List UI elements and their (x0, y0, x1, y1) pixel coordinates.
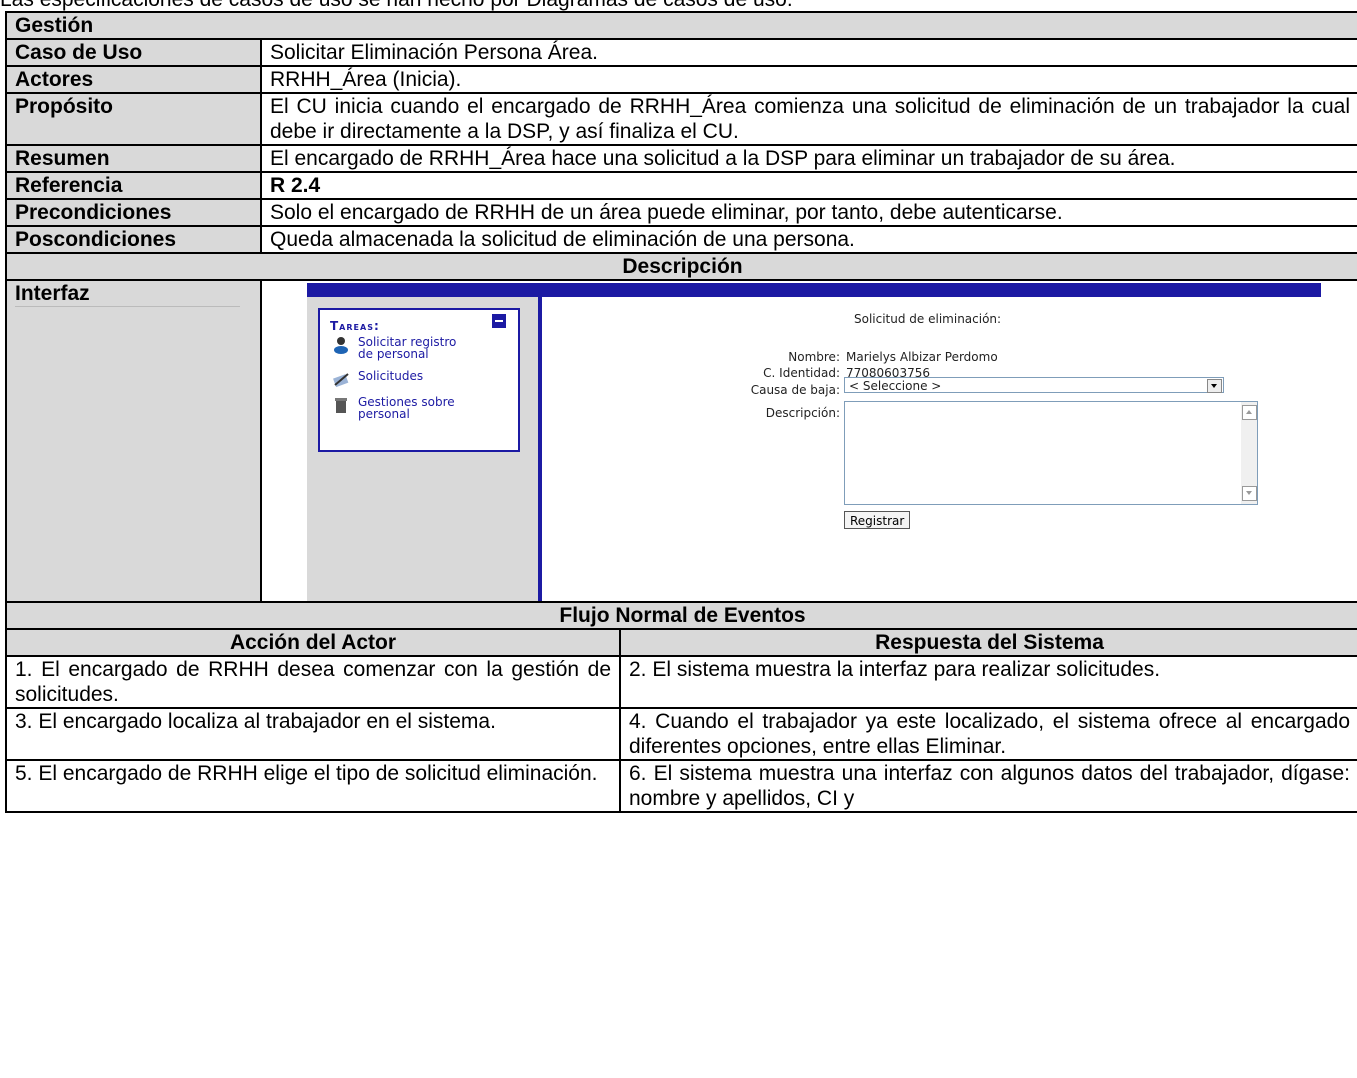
poscondiciones-value: Queda almacenada la solicitud de elimina… (260, 225, 1357, 254)
flujo-actor-2: 3. El encargado localiza al trabajador e… (5, 707, 621, 761)
flujo-header: Flujo Normal de Eventos (5, 601, 1357, 630)
task3-line2: personal (358, 407, 410, 421)
scroll-up-icon[interactable] (1242, 405, 1257, 420)
tasks-panel: Tareas: Solicitar registro de personal S… (318, 308, 520, 452)
interfaz-label: Interfaz (5, 279, 262, 603)
use-case-table: Gestión Caso de Uso Solicitar Eliminació… (5, 11, 1357, 813)
task-solicitar-registro[interactable]: Solicitar registro de personal (332, 336, 456, 360)
caso-value: Solicitar Eliminación Persona Área. (260, 38, 1357, 67)
precondiciones-value: Solo el encargado de RRHH de un área pue… (260, 198, 1357, 227)
flujo-sistema-1: 2. El sistema muestra la interfaz para r… (619, 655, 1357, 709)
descripcion-header: Descripción (5, 252, 1357, 281)
ui-vertical-divider (538, 297, 542, 601)
interfaz-screenshot: Tareas: Solicitar registro de personal S… (260, 279, 1357, 603)
scroll-down-icon[interactable] (1242, 486, 1257, 501)
tasks-header: Tareas: (320, 310, 518, 333)
causa-label: Causa de baja: (750, 383, 840, 397)
descripcion-textarea[interactable] (844, 401, 1258, 505)
chevron-down-icon[interactable] (1207, 379, 1222, 393)
task2-label: Solicitudes (358, 369, 424, 383)
interfaz-label-text: Interfaz (15, 282, 90, 305)
proposito-label: Propósito (5, 92, 262, 146)
pen-document-icon (333, 373, 349, 388)
poscondiciones-label: Poscondiciones (5, 225, 262, 254)
flujo-actor-3: 5. El encargado de RRHH elige el tipo de… (5, 759, 621, 813)
precondiciones-label: Precondiciones (5, 198, 262, 227)
interfaz-divider (15, 306, 240, 307)
task-gestiones[interactable]: Gestiones sobre personal (332, 396, 455, 420)
referencia-label: Referencia (5, 171, 262, 200)
trash-icon (335, 398, 347, 413)
collapse-minus-icon[interactable] (492, 314, 506, 328)
actores-value: RRHH_Área (Inicia). (260, 65, 1357, 94)
descripcion-label: Descripción: (765, 406, 840, 420)
ui-top-bar (307, 283, 1321, 297)
flujo-actor-1: 1. El encargado de RRHH desea comenzar c… (5, 655, 621, 709)
referencia-value: R 2.4 (260, 171, 1357, 200)
resumen-value: El encargado de RRHH_Área hace una solic… (260, 144, 1357, 173)
actores-label: Actores (5, 65, 262, 94)
flujo-sistema-2: 4. Cuando el trabajador ya este localiza… (619, 707, 1357, 761)
textarea-scrollbar[interactable] (1241, 402, 1257, 504)
registrar-button[interactable]: Registrar (844, 511, 911, 529)
form-title: Solicitud de eliminación: (854, 312, 1002, 326)
task1-line2: de personal (358, 347, 429, 361)
causa-select[interactable]: < Seleccione > (844, 377, 1224, 393)
col-actor-header: Acción del Actor (5, 628, 621, 657)
flujo-sistema-3: 6. El sistema muestra una interfaz con a… (619, 759, 1357, 813)
col-sistema-header: Respuesta del Sistema (619, 628, 1357, 657)
embedded-ui: Tareas: Solicitar registro de personal S… (262, 281, 1351, 601)
task-solicitudes[interactable]: Solicitudes (332, 370, 423, 388)
section-title: Gestión (5, 11, 1357, 40)
causa-select-value: < Seleccione > (849, 379, 942, 393)
caso-label: Caso de Uso (5, 38, 262, 67)
proposito-value: El CU inicia cuando el encargado de RRHH… (260, 92, 1357, 146)
resumen-label: Resumen (5, 144, 262, 173)
person-icon (334, 337, 348, 354)
